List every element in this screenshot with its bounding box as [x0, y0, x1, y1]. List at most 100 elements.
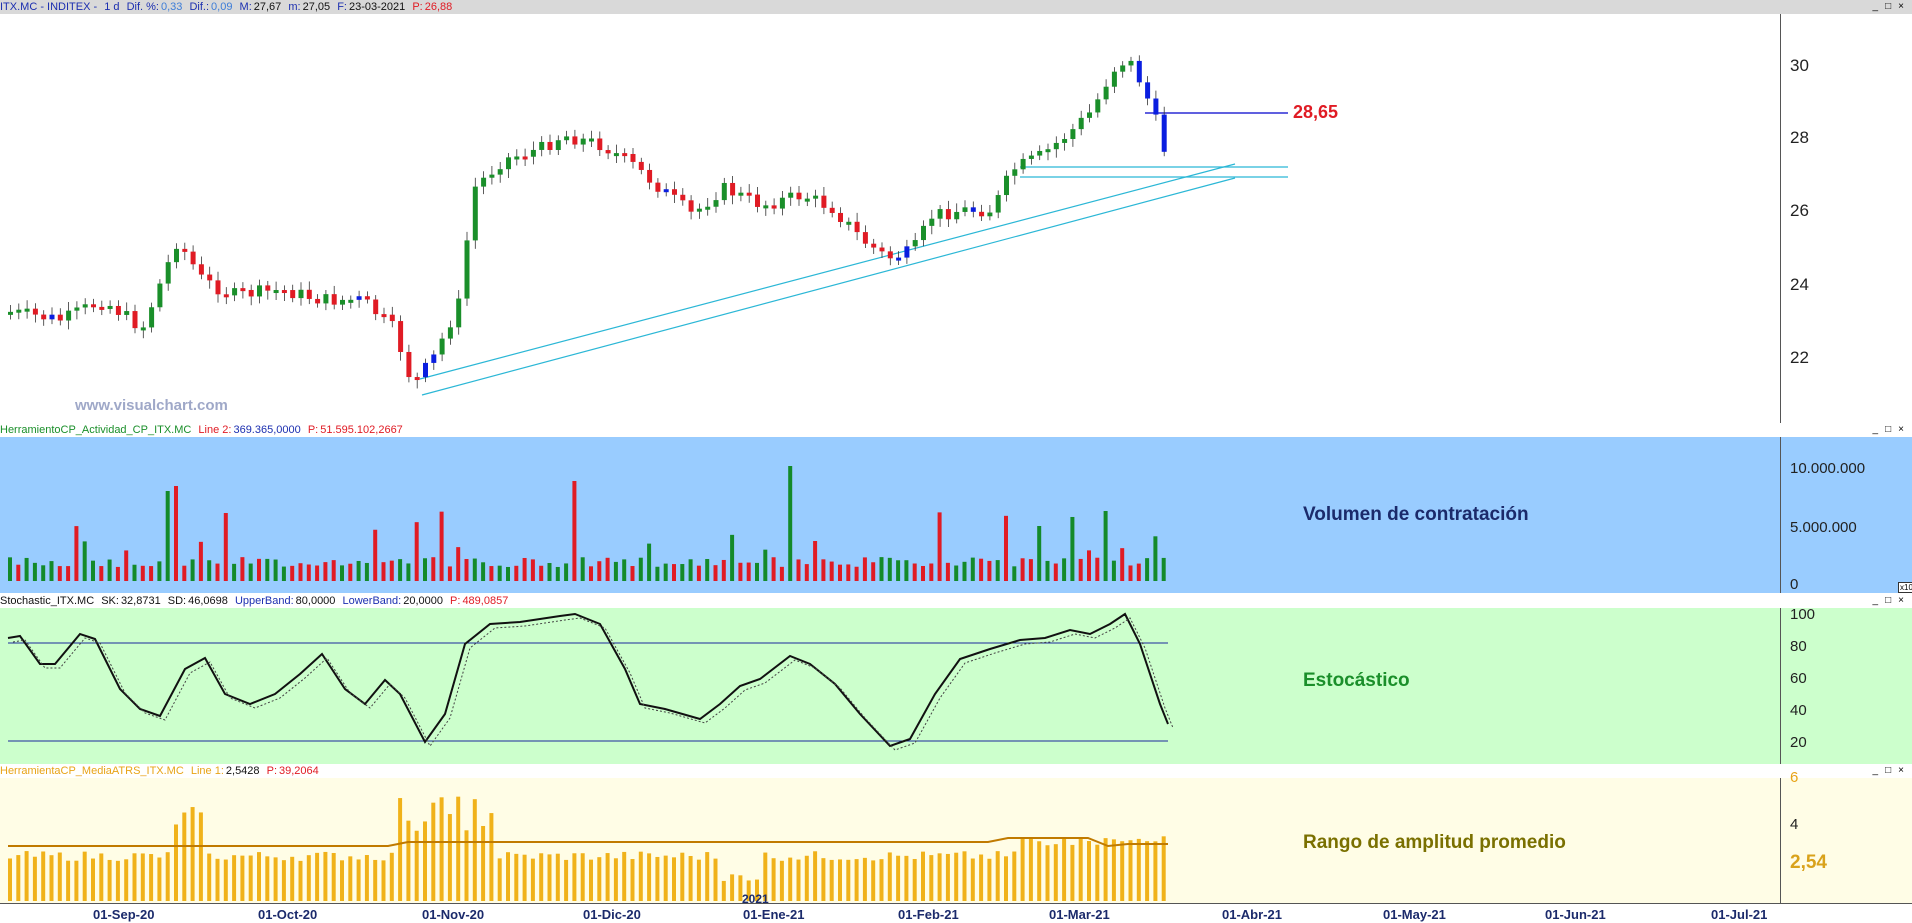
atr-bar — [1062, 837, 1067, 901]
volume-window-controls: _ □ × — [1870, 423, 1908, 437]
candle-body — [489, 174, 495, 178]
atr-bar — [638, 851, 643, 901]
volume-bar — [1004, 515, 1008, 581]
candle-body — [630, 153, 636, 162]
stoch-restore-button[interactable]: □ — [1885, 595, 1891, 606]
max-value: 27,67 — [253, 1, 282, 13]
volume-bar — [107, 559, 112, 581]
volume-bar — [954, 565, 959, 581]
atr-bar — [854, 859, 859, 901]
atr-bar — [57, 852, 62, 901]
atr-window-controls: _ □ × — [1870, 764, 1908, 778]
atr-bar — [506, 852, 510, 901]
volume-bar — [663, 563, 668, 581]
stoch-name: Stochastic_ITX.MC — [0, 595, 95, 607]
volume-bar — [655, 566, 660, 581]
atr-bar — [489, 813, 494, 901]
atr-bar — [771, 858, 776, 901]
atr-p-value: 39,2064 — [279, 765, 319, 777]
candle-body — [190, 251, 196, 265]
volume-restore-button[interactable]: □ — [1885, 424, 1891, 435]
price-tick-28: 28 — [1790, 128, 1809, 147]
atr-bar — [539, 853, 544, 901]
atr-bar — [215, 858, 220, 901]
atr-minimize-button[interactable]: _ — [1873, 765, 1879, 776]
volume-bar — [24, 557, 29, 581]
x-label-jun21: 01-Jun-21 — [1545, 907, 1606, 922]
atr-bar — [829, 859, 834, 901]
atr-bar — [530, 858, 535, 901]
volume-bar — [132, 564, 137, 581]
atr-bar — [1020, 838, 1025, 901]
volume-bar — [555, 566, 560, 581]
stoch-close-button[interactable]: × — [1898, 595, 1904, 606]
candle-body — [389, 314, 395, 322]
atr-bar — [589, 859, 593, 901]
minimize-button[interactable]: _ — [1873, 1, 1879, 12]
atr-restore-button[interactable]: □ — [1885, 765, 1891, 776]
volume-bar — [788, 466, 793, 581]
trendline-lower — [421, 177, 1236, 396]
candle-body — [223, 294, 229, 298]
stoch-ub-value: 80,0000 — [295, 595, 336, 607]
volume-bar — [423, 558, 427, 581]
candle-body — [647, 169, 653, 183]
atr-close-button[interactable]: × — [1898, 765, 1904, 776]
stoch-minimize-button[interactable]: _ — [1873, 595, 1879, 606]
candle-body — [1111, 71, 1117, 87]
dif-pct-label: Dif. %: — [126, 1, 159, 13]
atr-bar — [995, 851, 1000, 901]
x-label-nov20: 01-Nov-20 — [422, 907, 485, 922]
x-label-abr21: 01-Abr-21 — [1222, 907, 1282, 922]
volume-bar — [879, 557, 884, 581]
atr-bar — [74, 860, 79, 901]
volume-bar — [672, 564, 676, 581]
atr-bar — [663, 855, 668, 901]
price-tick-30: 30 — [1790, 56, 1809, 75]
price-value: 26,88 — [424, 1, 453, 13]
volume-p-value: 51.595.102,2667 — [320, 424, 403, 436]
volume-tick-10m: 10.000.000 — [1790, 460, 1866, 477]
price-header: ITX.MC - INDITEX - 1 d Dif. %: 0,33 Dif.:… — [0, 0, 1912, 14]
atr-tick-4: 4 — [1790, 816, 1799, 833]
candle-body — [746, 192, 752, 196]
atr-bar — [887, 852, 892, 901]
candle-body — [572, 136, 578, 145]
candle-body — [157, 283, 163, 308]
volume-tick-5m: 5.000.000 — [1790, 519, 1857, 536]
atr-bar — [140, 853, 145, 901]
restore-button[interactable]: □ — [1885, 1, 1891, 12]
close-button[interactable]: × — [1898, 1, 1904, 12]
candle-body — [921, 225, 926, 241]
volume-bar — [979, 558, 984, 581]
candle-body — [755, 194, 760, 207]
x-label-may21: 01-May-21 — [1383, 907, 1446, 922]
atr-bar — [1070, 844, 1075, 901]
volume-bar — [1078, 558, 1083, 581]
volume-bar — [140, 565, 145, 581]
volume-indicator-name: HerramientoCP_Actividad_CP_ITX.MC — [0, 424, 192, 436]
atr-bar — [804, 855, 809, 901]
volume-minimize-button[interactable]: _ — [1873, 424, 1879, 435]
candle-body — [348, 299, 354, 303]
candle-body — [638, 161, 644, 170]
price-tick-26: 26 — [1790, 201, 1809, 220]
atr-bar — [721, 880, 726, 901]
volume-bar — [315, 565, 320, 581]
volume-bar — [331, 560, 336, 581]
volume-close-button[interactable]: × — [1898, 424, 1904, 435]
candle-body — [323, 294, 329, 304]
volume-bar — [721, 559, 726, 581]
atr-bar — [547, 854, 552, 901]
candle-body — [1062, 138, 1068, 143]
volume-bar — [763, 549, 768, 581]
volume-bar — [49, 561, 54, 581]
candle-body — [240, 288, 246, 292]
atr-bar — [8, 858, 12, 901]
atr-bar — [32, 856, 37, 901]
candle-body — [174, 248, 179, 263]
atr-bar — [82, 851, 87, 901]
candle-body — [74, 307, 80, 311]
atr-bar — [16, 855, 21, 901]
volume-bar — [638, 557, 643, 581]
